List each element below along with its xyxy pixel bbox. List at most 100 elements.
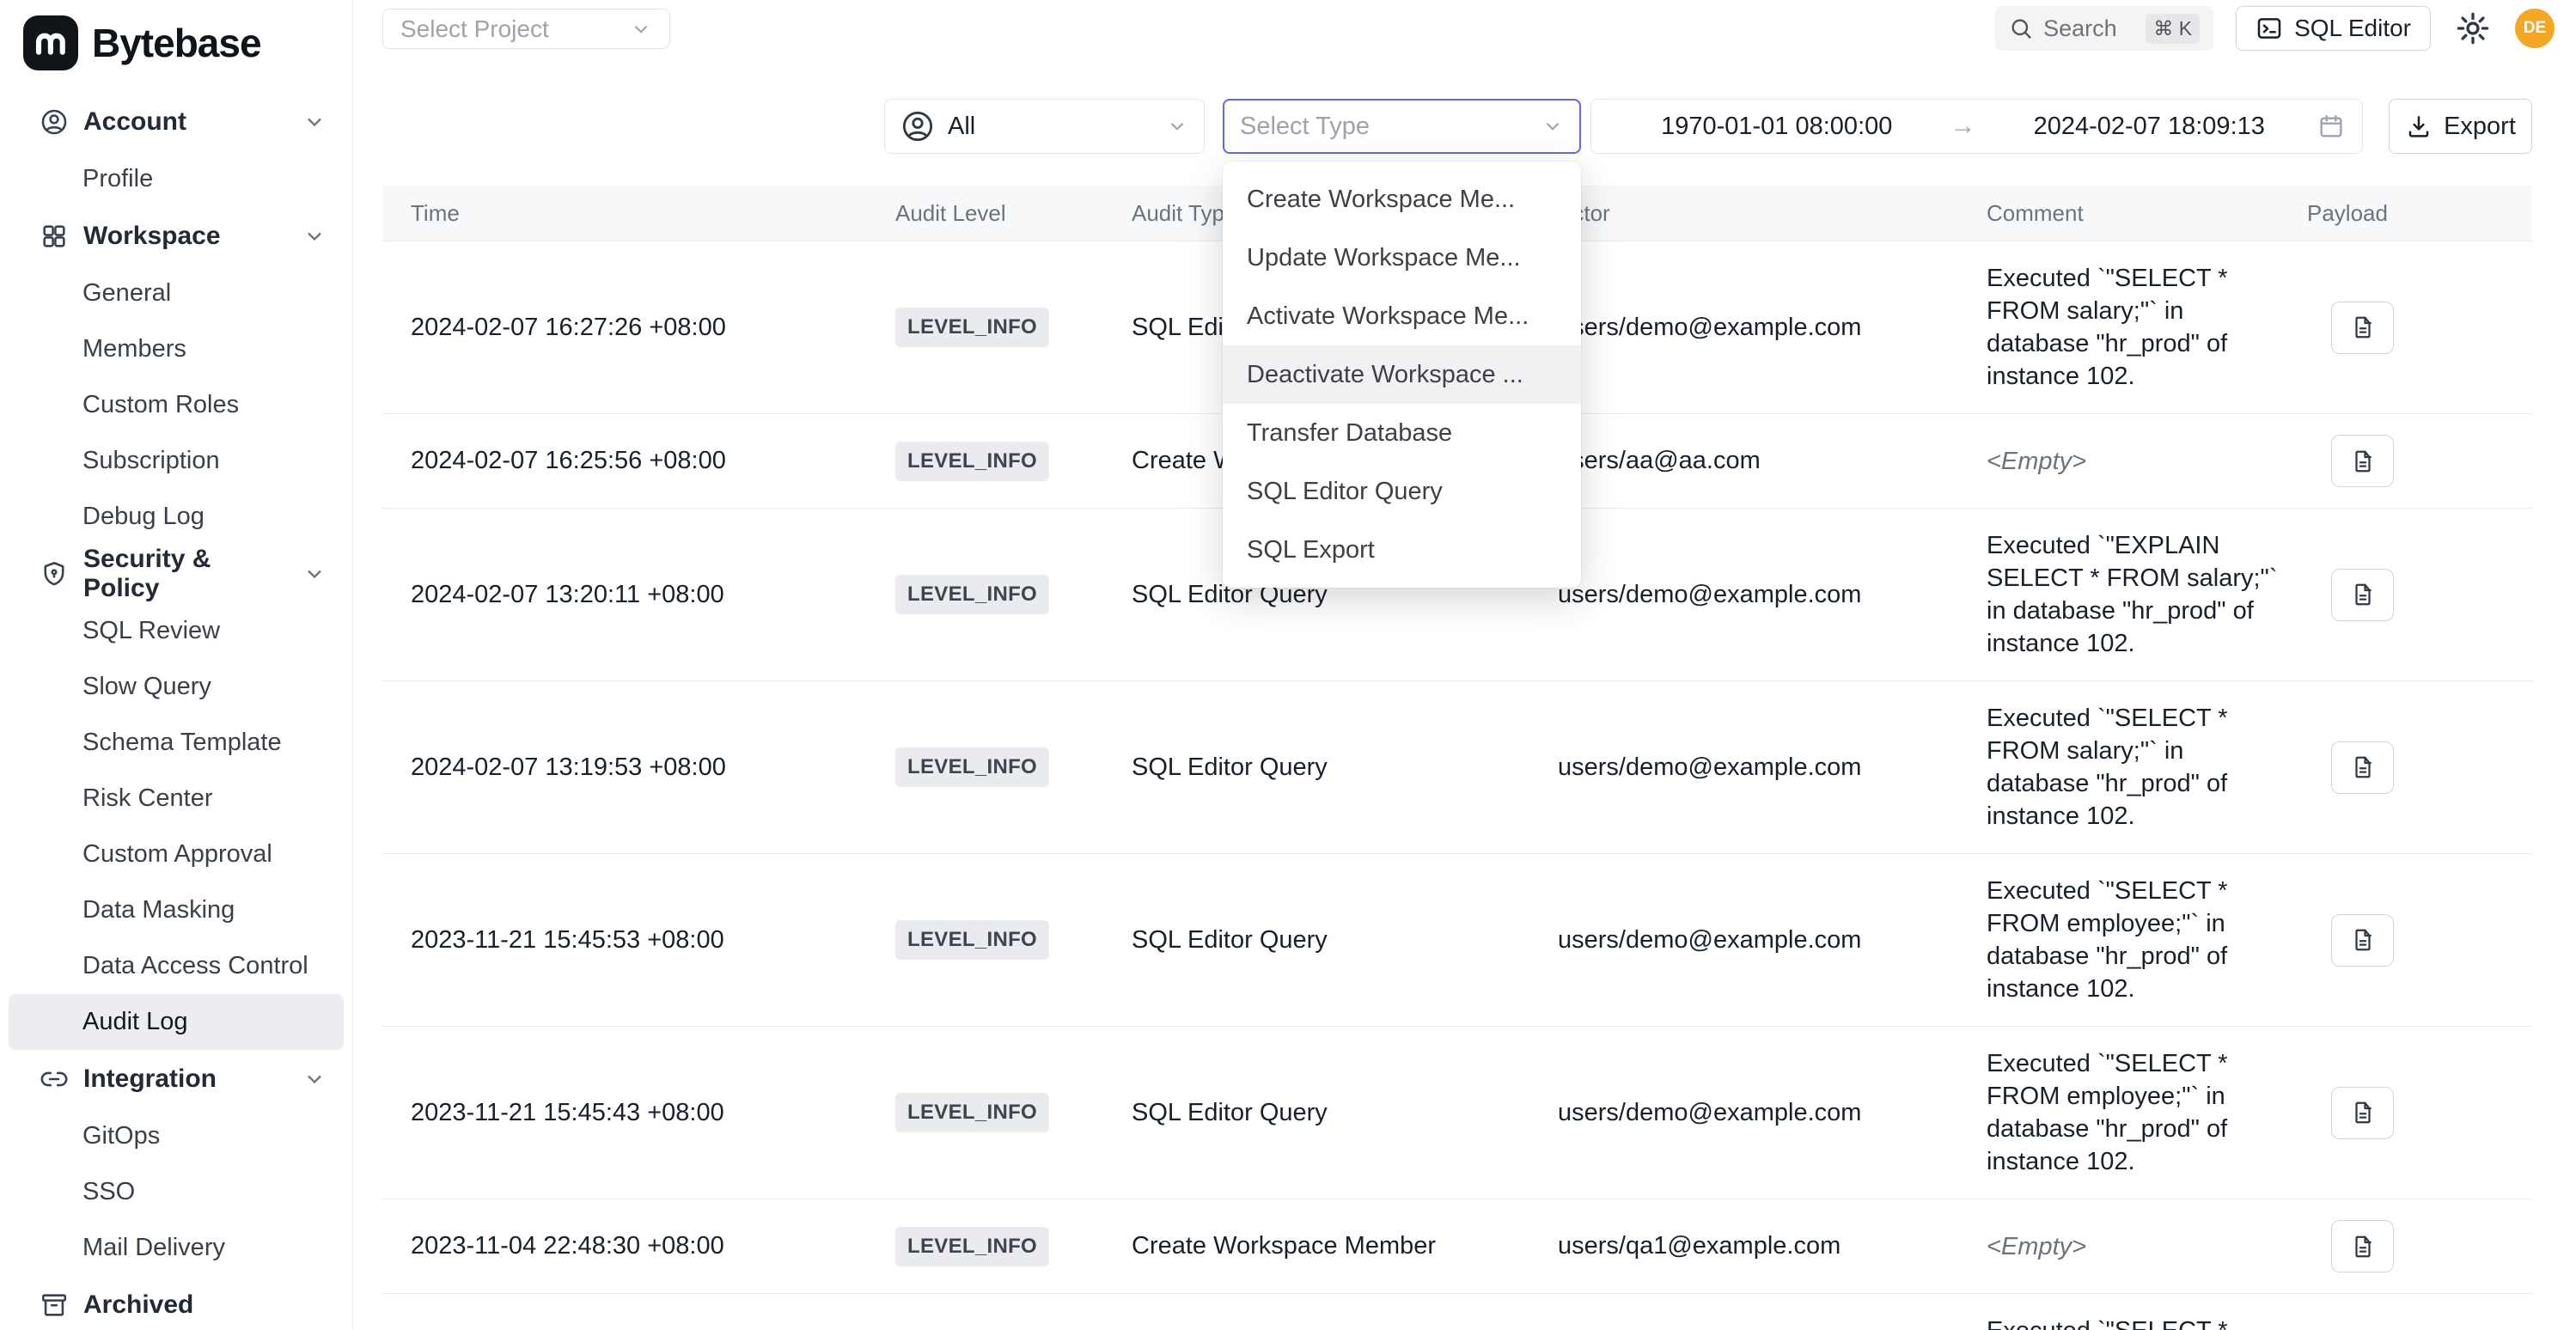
column-header-comment: Comment bbox=[1987, 200, 2307, 227]
cell-comment: Executed `"SELECT * FROM department;"` i… bbox=[1987, 1315, 2307, 1330]
level-badge: LEVEL_INFO bbox=[895, 1093, 1049, 1132]
type-option[interactable]: Update Workspace Me... bbox=[1223, 229, 1581, 287]
cell-payload bbox=[2307, 569, 2532, 621]
sidebar-item-audit-log[interactable]: Audit Log bbox=[9, 994, 344, 1050]
sidebar-item-gitops[interactable]: GitOps bbox=[0, 1108, 352, 1164]
cell-actor: users/demo@example.com bbox=[1558, 581, 1987, 609]
type-filter-placeholder: Select Type bbox=[1240, 113, 1370, 141]
topbar-right: Search ⌘ K SQL Editor DE bbox=[1995, 6, 2555, 51]
type-option[interactable]: SQL Editor Query bbox=[1223, 462, 1581, 521]
cell-audit-type: Create Workspace Member bbox=[1132, 1232, 1558, 1260]
payload-view-button[interactable] bbox=[2331, 302, 2394, 354]
sidebar-item-debug-log[interactable]: Debug Log bbox=[0, 489, 352, 545]
table-row: 2023-11-04 21:26:24 +08:00 LEVEL_INFO SQ… bbox=[382, 1294, 2532, 1330]
cell-audit-level: LEVEL_INFO bbox=[895, 747, 1132, 787]
sidebar-section-label: Workspace bbox=[83, 222, 221, 251]
payload-view-button[interactable] bbox=[2331, 741, 2394, 794]
sql-editor-button[interactable]: SQL Editor bbox=[2236, 6, 2431, 51]
cell-payload bbox=[2307, 741, 2532, 794]
sidebar-item-archived[interactable]: Archived bbox=[0, 1276, 352, 1330]
sidebar-item-mail-delivery[interactable]: Mail Delivery bbox=[0, 1220, 352, 1276]
sidebar-section-workspace[interactable]: Workspace bbox=[0, 207, 352, 265]
level-badge: LEVEL_INFO bbox=[895, 308, 1049, 347]
chevron-down-icon bbox=[1541, 115, 1564, 137]
cell-time: 2024-02-07 13:19:53 +08:00 bbox=[382, 753, 895, 782]
type-option[interactable]: SQL Export bbox=[1223, 521, 1581, 579]
cell-payload bbox=[2307, 914, 2532, 967]
sidebar-item-slow-query[interactable]: Slow Query bbox=[0, 659, 352, 715]
sql-editor-icon bbox=[2256, 15, 2283, 42]
sidebar-section-security-policy[interactable]: Security & Policy bbox=[0, 545, 352, 603]
sql-editor-label: SQL Editor bbox=[2294, 15, 2411, 42]
sidebar-item-profile[interactable]: Profile bbox=[0, 151, 352, 207]
cell-actor: users/demo@example.com bbox=[1558, 314, 1987, 342]
cell-audit-level: LEVEL_INFO bbox=[895, 442, 1132, 481]
cell-actor: users/demo@example.com bbox=[1558, 926, 1987, 955]
chevron-down-icon bbox=[302, 224, 327, 248]
payload-view-button[interactable] bbox=[2331, 1220, 2394, 1272]
level-badge: LEVEL_INFO bbox=[895, 575, 1049, 614]
type-option-highlighted[interactable]: Deactivate Workspace ... bbox=[1223, 345, 1581, 404]
project-select[interactable]: Select Project bbox=[382, 9, 670, 49]
sidebar-item-general[interactable]: General bbox=[0, 265, 352, 321]
bytebase-logo-icon bbox=[23, 15, 78, 70]
cell-time: 2023-11-21 15:45:53 +08:00 bbox=[382, 926, 895, 955]
brand-logo[interactable]: Bytebase bbox=[0, 0, 352, 86]
cell-actor: users/qa1@example.com bbox=[1558, 1232, 1987, 1260]
sidebar-section-integration[interactable]: Integration bbox=[0, 1050, 352, 1108]
actor-filter-select[interactable]: All bbox=[884, 99, 1205, 154]
cell-payload bbox=[2307, 435, 2532, 487]
cell-time: 2024-02-07 13:20:11 +08:00 bbox=[382, 581, 895, 609]
chevron-down-icon bbox=[302, 562, 327, 586]
sidebar-section-account[interactable]: Account bbox=[0, 93, 352, 151]
sidebar-item-risk-center[interactable]: Risk Center bbox=[0, 771, 352, 827]
column-header-payload: Payload bbox=[2307, 200, 2532, 227]
cell-time: 2023-11-21 15:45:43 +08:00 bbox=[382, 1099, 895, 1127]
actor-filter-value: All bbox=[948, 113, 975, 141]
type-option[interactable]: Create Workspace Me... bbox=[1223, 170, 1581, 229]
sidebar-item-members[interactable]: Members bbox=[0, 321, 352, 377]
cell-comment: Executed `"EXPLAIN SELECT * FROM salary;… bbox=[1987, 529, 2307, 660]
level-badge: LEVEL_INFO bbox=[895, 747, 1049, 787]
type-filter-dropdown: Create Workspace Me... Update Workspace … bbox=[1223, 162, 1581, 588]
avatar[interactable]: DE bbox=[2515, 9, 2555, 48]
sidebar: Bytebase Account Profile Workspace Gener… bbox=[0, 0, 353, 1330]
sidebar-item-data-masking[interactable]: Data Masking bbox=[0, 882, 352, 938]
cell-comment: Executed `"SELECT * FROM employee;"` in … bbox=[1987, 875, 2307, 1005]
sidebar-item-custom-approval[interactable]: Custom Approval bbox=[0, 827, 352, 882]
chevron-down-icon bbox=[630, 18, 652, 40]
search-input[interactable]: Search ⌘ K bbox=[1995, 6, 2213, 51]
cell-payload bbox=[2307, 1220, 2532, 1272]
payload-view-button[interactable] bbox=[2331, 914, 2394, 967]
cell-comment: Executed `"SELECT * FROM salary;"` in da… bbox=[1987, 702, 2307, 833]
sidebar-item-data-access-control[interactable]: Data Access Control bbox=[0, 938, 352, 994]
chevron-down-icon bbox=[1166, 115, 1188, 137]
cell-time: 2023-11-04 22:48:30 +08:00 bbox=[382, 1232, 895, 1260]
cell-audit-level: LEVEL_INFO bbox=[895, 1227, 1132, 1266]
sidebar-item-schema-template[interactable]: Schema Template bbox=[0, 715, 352, 771]
cell-actor: users/aa@aa.com bbox=[1558, 447, 1987, 475]
download-icon bbox=[2405, 113, 2433, 140]
shield-icon bbox=[40, 559, 69, 589]
sidebar-item-custom-roles[interactable]: Custom Roles bbox=[0, 377, 352, 433]
sidebar-item-sql-review[interactable]: SQL Review bbox=[0, 603, 352, 659]
sidebar-section-label: Security & Policy bbox=[83, 545, 288, 603]
export-button[interactable]: Export bbox=[2389, 99, 2532, 154]
cell-comment: <Empty> bbox=[1987, 1230, 2307, 1263]
cell-comment: <Empty> bbox=[1987, 445, 2307, 478]
payload-view-button[interactable] bbox=[2331, 435, 2394, 487]
cell-audit-level: LEVEL_INFO bbox=[895, 308, 1132, 347]
settings-gear-icon[interactable] bbox=[2453, 9, 2493, 48]
sidebar-item-subscription[interactable]: Subscription bbox=[0, 433, 352, 489]
date-range-picker[interactable]: 1970-01-01 08:00:00 → 2024-02-07 18:09:1… bbox=[1590, 99, 2363, 154]
sidebar-item-sso[interactable]: SSO bbox=[0, 1164, 352, 1220]
type-option[interactable]: Activate Workspace Me... bbox=[1223, 287, 1581, 345]
payload-view-button[interactable] bbox=[2331, 569, 2394, 621]
type-option[interactable]: Transfer Database bbox=[1223, 404, 1581, 462]
type-filter-select[interactable]: Select Type bbox=[1223, 99, 1581, 154]
payload-view-button[interactable] bbox=[2331, 1087, 2394, 1139]
workspace-grid-icon bbox=[40, 222, 69, 251]
table-row: 2023-11-21 15:45:43 +08:00 LEVEL_INFO SQ… bbox=[382, 1027, 2532, 1199]
cell-actor: users/demo@example.com bbox=[1558, 1099, 1987, 1127]
archive-box-icon bbox=[40, 1290, 69, 1320]
